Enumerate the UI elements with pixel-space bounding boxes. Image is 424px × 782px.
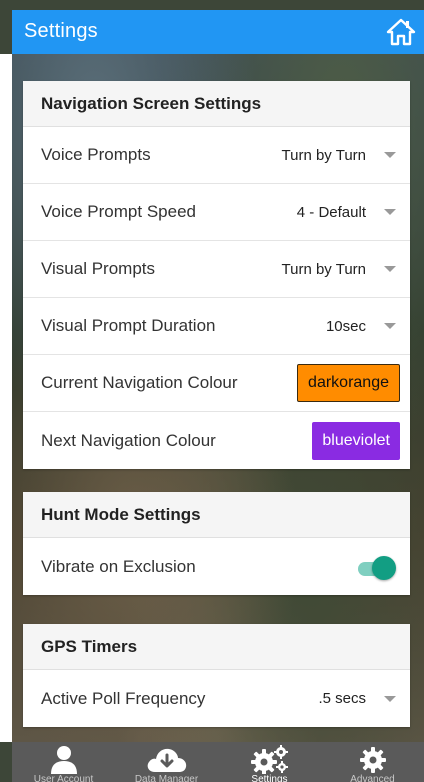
tab-label: Settings — [251, 774, 288, 782]
visual-prompt-duration-label: Visual Prompt Duration — [41, 316, 216, 335]
cloud-download-icon — [145, 744, 189, 774]
hunt-mode-title: Hunt Mode Settings — [23, 492, 410, 538]
voice-prompts-label: Voice Prompts — [41, 145, 151, 164]
voice-prompt-speed-row[interactable]: Voice Prompt Speed 4 - Default — [23, 184, 410, 241]
current-colour-button[interactable]: darkorange — [297, 364, 400, 402]
next-navigation-colour-row: Next Navigation Colour blueviolet — [23, 412, 410, 469]
tab-label: User Account — [33, 774, 94, 782]
hunt-mode-card: Hunt Mode Settings Vibrate on Exclusion — [23, 492, 410, 595]
tab-label: Data Manager — [134, 774, 199, 782]
tab-label: Advanced — [350, 774, 395, 782]
next-colour-button[interactable]: blueviolet — [312, 421, 400, 460]
vibrate-toggle[interactable] — [358, 555, 396, 580]
tab-settings[interactable]: Settings — [218, 742, 321, 782]
left-margin — [0, 54, 12, 742]
gps-timers-card: GPS Timers Active Poll Frequency .5 secs — [23, 624, 410, 727]
voice-prompt-speed-value[interactable]: 4 - Default — [297, 204, 366, 221]
gps-timers-title: GPS Timers — [23, 624, 410, 670]
tab-advanced[interactable]: Advanced — [321, 742, 424, 782]
gears-icon — [250, 744, 290, 774]
navigation-settings-card: Navigation Screen Settings Voice Prompts… — [23, 81, 410, 469]
toggle-knob[interactable] — [372, 555, 396, 580]
bottom-tab-bar: User Account Data Manager Settings Advan… — [12, 742, 424, 782]
visual-prompt-duration-value[interactable]: 10sec — [326, 318, 366, 335]
voice-prompt-speed-label: Voice Prompt Speed — [41, 202, 196, 221]
vibrate-on-exclusion-label: Vibrate on Exclusion — [41, 556, 196, 576]
tab-data-manager[interactable]: Data Manager — [115, 742, 218, 782]
home-icon[interactable] — [386, 18, 416, 46]
tab-user-account[interactable]: User Account — [12, 742, 115, 782]
chevron-down-icon[interactable] — [384, 695, 396, 702]
chevron-down-icon[interactable] — [384, 323, 396, 329]
chevron-down-icon[interactable] — [384, 209, 396, 215]
visual-prompts-label: Visual Prompts — [41, 259, 156, 278]
active-poll-frequency-label: Active Poll Frequency — [41, 688, 206, 708]
voice-prompts-row[interactable]: Voice Prompts Turn by Turn — [23, 127, 410, 184]
vibrate-on-exclusion-row: Vibrate on Exclusion — [23, 538, 410, 595]
active-poll-frequency-value[interactable]: .5 secs — [318, 690, 366, 707]
voice-prompts-value[interactable]: Turn by Turn — [282, 147, 366, 164]
active-poll-frequency-row[interactable]: Active Poll Frequency .5 secs — [23, 670, 410, 727]
current-navigation-colour-label: Current Navigation Colour — [41, 373, 238, 392]
visual-prompt-duration-row[interactable]: Visual Prompt Duration 10sec — [23, 298, 410, 355]
gear-icon — [358, 744, 388, 774]
app-header: Settings — [12, 10, 424, 54]
chevron-down-icon[interactable] — [384, 152, 396, 158]
visual-prompts-row[interactable]: Visual Prompts Turn by Turn — [23, 241, 410, 298]
user-icon — [48, 744, 80, 774]
chevron-down-icon[interactable] — [384, 266, 396, 272]
navigation-settings-title: Navigation Screen Settings — [23, 81, 410, 127]
next-navigation-colour-label: Next Navigation Colour — [41, 430, 216, 450]
visual-prompts-value[interactable]: Turn by Turn — [282, 261, 366, 278]
current-navigation-colour-row: Current Navigation Colour darkorange — [23, 355, 410, 412]
page-title: Settings — [24, 20, 98, 42]
